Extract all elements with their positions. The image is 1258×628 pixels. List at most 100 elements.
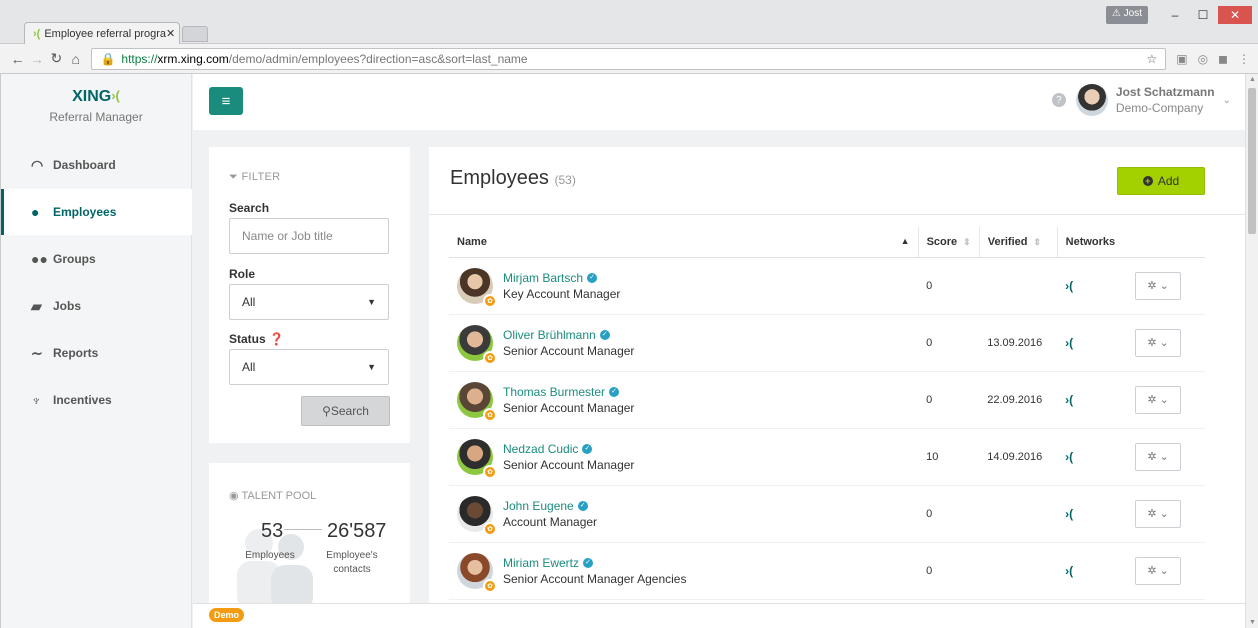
gear-icon: ✲ ⌄	[1147, 280, 1169, 292]
browser-titlebar: ›( Employee referral progra ✕ ⚠ Jost – ☐…	[0, 0, 1258, 44]
sidebar-item-reports[interactable]: ∼ Reports	[1, 330, 192, 376]
address-bar[interactable]: 🔒 https://xrm.xing.com/demo/admin/employ…	[91, 47, 1167, 70]
employee-name-link[interactable]: Miriam Ewertz ✓	[503, 556, 686, 570]
employee-name-link[interactable]: John Eugene ✓	[503, 499, 597, 513]
referrer-badge-icon: ✿	[483, 293, 497, 308]
sidebar-item-label: Jobs	[53, 299, 82, 313]
column-header-label: Name	[457, 235, 487, 248]
search-button-label: Search	[330, 404, 369, 418]
bookmark-star-icon[interactable]: ☆	[1146, 52, 1157, 66]
verified-cell	[979, 542, 1058, 600]
scroll-up-icon[interactable]: ▲	[1249, 76, 1256, 83]
row-actions-button[interactable]: ✲ ⌄	[1135, 271, 1182, 300]
page-title-text: Employees	[450, 167, 549, 189]
sidebar-item-dashboard[interactable]: ◠ Dashboard	[1, 142, 192, 188]
sidebar: XING›( Referral Manager ◠ Dashboard ● Empl…	[0, 74, 192, 628]
help-icon[interactable]: ❓	[269, 332, 284, 346]
referrer-badge-icon: ✿	[483, 521, 497, 536]
forward-icon[interactable]: →	[27, 51, 46, 67]
column-header-label: Networks	[1065, 235, 1116, 248]
xing-network-icon: ›(	[1065, 335, 1074, 350]
avatar[interactable]	[1075, 84, 1108, 116]
status-select[interactable]: All ▼	[229, 349, 389, 385]
avatar[interactable]: ✿	[457, 438, 497, 479]
tab-close-icon[interactable]: ✕	[166, 27, 175, 40]
new-tab-button[interactable]	[182, 26, 208, 42]
reload-icon[interactable]: ↻	[47, 50, 66, 67]
employee-name-link[interactable]: Mirjam Bartsch ✓	[503, 271, 620, 285]
score-cell: 0	[918, 485, 980, 543]
avatar[interactable]: ✿	[457, 267, 497, 308]
role-select[interactable]: All ▼	[229, 284, 389, 320]
avatar[interactable]: ✿	[457, 552, 497, 593]
user-menu[interactable]: ? Jost Schatzmann Demo-Company ⌄	[1051, 84, 1231, 116]
minimize-icon[interactable]: –	[1162, 6, 1188, 24]
column-header-verified[interactable]: Verified ⇕	[978, 227, 1058, 258]
extension-icon[interactable]: ▣	[1176, 52, 1187, 66]
contacts-label-line1: Employee's	[326, 550, 378, 561]
extension-icon[interactable]: ◼	[1218, 52, 1228, 66]
search-button[interactable]: ⚲ Search	[301, 396, 390, 426]
employee-title: Senior Account Manager	[503, 400, 635, 415]
row-actions-button[interactable]: ✲ ⌄	[1135, 499, 1182, 528]
employee-name-link[interactable]: Oliver Brühlmann ✓	[503, 328, 634, 342]
verified-cell	[979, 485, 1058, 543]
scrollbar-thumb[interactable]	[1248, 88, 1256, 234]
role-label: Role	[229, 267, 256, 281]
back-icon[interactable]: ←	[8, 51, 27, 67]
row-actions-button[interactable]: ✲ ⌄	[1135, 385, 1182, 414]
dashboard-icon: ◠	[31, 156, 44, 173]
gear-icon: ✲ ⌄	[1147, 565, 1169, 577]
logo[interactable]: XING›( Referral Manager	[1, 88, 191, 124]
chevron-down-icon[interactable]: ⌄	[1223, 95, 1231, 106]
user-company: Demo-Company	[1115, 101, 1204, 115]
search-input[interactable]: Name or Job title	[229, 218, 389, 254]
employee-name: Miriam Ewertz	[503, 555, 580, 570]
verified-icon: ✓	[599, 330, 610, 341]
help-icon[interactable]: ?	[1051, 93, 1066, 107]
column-header-name[interactable]: Name ▲	[449, 227, 919, 258]
status-value: All	[242, 360, 256, 374]
menu-dots-icon[interactable]: ⋮	[1238, 52, 1250, 66]
avatar[interactable]: ✿	[457, 495, 497, 536]
sidebar-item-employees[interactable]: ● Employees	[1, 189, 192, 235]
page-scrollbar[interactable]: ▲ ▼	[1245, 74, 1258, 628]
sidebar-item-jobs[interactable]: ▰ Jobs	[1, 283, 192, 329]
table-row: ✿ Mirjam Bartsch ✓ Key Account Manager 0 ›(…	[449, 257, 1205, 315]
maximize-icon[interactable]: ☐	[1190, 6, 1216, 24]
home-icon[interactable]: ⌂	[66, 51, 85, 67]
scroll-down-icon[interactable]: ▼	[1249, 619, 1256, 626]
employees-table: Name ▲ Score ⇕ Verified ⇕ Networks ✿ Mirjam …	[449, 227, 1205, 600]
close-window-icon[interactable]: ✕	[1218, 6, 1252, 24]
add-button-label: Add	[1157, 174, 1180, 188]
verified-cell: 13.09.2016	[979, 314, 1058, 372]
row-actions-button[interactable]: ✲ ⌄	[1135, 442, 1182, 471]
search-icon: ⚲	[322, 404, 331, 418]
column-header-score[interactable]: Score ⇕	[917, 227, 980, 258]
employee-title: Senior Account Manager Agencies	[503, 571, 687, 586]
caret-down-icon: ▼	[367, 362, 376, 372]
avatar[interactable]: ✿	[457, 324, 497, 365]
extension-icon[interactable]: ◎	[1198, 52, 1208, 66]
sidebar-item-groups[interactable]: ●● Groups	[1, 236, 192, 282]
sidebar-item-incentives[interactable]: ♆ Incentives	[1, 377, 192, 423]
sort-icon: ⇕	[1033, 236, 1042, 247]
employee-name-link[interactable]: Thomas Burmester ✓	[503, 385, 634, 399]
caret-down-icon: ▼	[367, 297, 376, 307]
add-employee-button[interactable]: + Add	[1117, 167, 1205, 195]
employee-name: Nedzad Cudic	[503, 441, 579, 456]
row-actions-button[interactable]: ✲ ⌄	[1135, 556, 1182, 585]
profile-button[interactable]: ⚠ Jost	[1105, 6, 1148, 24]
score-cell: 10	[918, 428, 980, 486]
row-actions-button[interactable]: ✲ ⌄	[1135, 328, 1182, 357]
browser-tab[interactable]: ›( Employee referral progra ✕	[24, 22, 180, 44]
url-host: xrm.xing.com	[157, 51, 229, 66]
employee-name-link[interactable]: Nedzad Cudic ✓	[503, 442, 634, 456]
avatar[interactable]: ✿	[457, 381, 497, 422]
menu-toggle-button[interactable]: ≡	[209, 87, 243, 115]
verified-cell: 22.09.2016	[979, 371, 1058, 429]
referrer-badge-icon: ✿	[483, 407, 497, 422]
talent-pool-title-text: TALENT POOL	[241, 490, 317, 502]
table-row: ✿ John Eugene ✓ Account Manager 0 ›( ✲ ⌄	[449, 485, 1205, 543]
group-icon: ●●	[31, 251, 48, 267]
